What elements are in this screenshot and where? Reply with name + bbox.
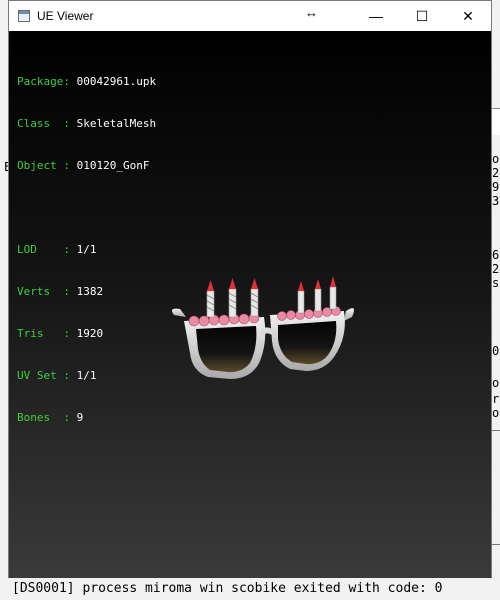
console-divider (492, 544, 500, 545)
info-tris: Tris : 1920 (17, 327, 156, 341)
info-uvset: UV Set : 1/1 (17, 369, 156, 383)
console-fragment: 2 (492, 262, 500, 276)
info-value: 00042961.upk (76, 75, 157, 88)
console-fragment: 0 (492, 344, 500, 358)
info-value: 1382 (76, 285, 104, 298)
info-key: Class : (17, 117, 77, 130)
console-fragment: 9 (492, 180, 500, 194)
info-bones: Bones : 9 (17, 411, 156, 425)
console-fragment: 3 (492, 194, 500, 208)
console-fragment: 6 (492, 248, 500, 262)
info-value: SkeletalMesh (76, 117, 157, 130)
console-tab-edge (492, 108, 500, 135)
console-bottom-line: [DS0001] process miroma win scobike exit… (0, 578, 500, 600)
info-lod: LOD : 1/1 (17, 243, 156, 257)
info-key: Object : (17, 159, 77, 172)
info-verts: Verts : 1382 (17, 285, 156, 299)
birthday-cake-glasses-model (172, 276, 354, 379)
info-key: Verts : (17, 285, 77, 298)
ue-viewer-window: UE Viewer ↔ — ☐ ✕ Package: 00042961.upk … (8, 0, 492, 578)
info-key: Tris : (17, 327, 77, 340)
info-key: Bones : (17, 411, 77, 424)
title-bar[interactable]: UE Viewer ↔ — ☐ ✕ (9, 1, 491, 31)
info-value: 9 (76, 411, 84, 424)
console-fragment: o (492, 152, 500, 166)
console-divider (492, 430, 500, 431)
console-fragment: o (492, 406, 500, 420)
info-class: Class : SkeletalMesh (17, 117, 156, 131)
info-value: 1920 (76, 327, 104, 340)
info-key: Package: (17, 75, 77, 88)
console-fragment: r (492, 392, 500, 406)
3d-viewport[interactable]: Package: 00042961.upk Class : SkeletalMe… (9, 31, 491, 578)
console-fragment: 2 (492, 166, 500, 180)
info-value: 1/1 (76, 243, 97, 256)
minimize-button[interactable]: — (353, 1, 399, 31)
info-object: Object : 010120_GonF (17, 159, 156, 173)
minimize-icon: — (369, 8, 383, 24)
window-title: UE Viewer (37, 9, 94, 23)
close-icon: ✕ (462, 7, 474, 24)
info-key: LOD : (17, 243, 77, 256)
info-value: 010120_GonF (76, 159, 150, 172)
console-fragment: s (492, 276, 500, 290)
resize-arrows-icon: ↔ (305, 5, 318, 20)
info-package: Package: 00042961.upk (17, 75, 156, 89)
maximize-button[interactable]: ☐ (399, 1, 445, 31)
close-button[interactable]: ✕ (445, 1, 491, 31)
mesh-info-overlay: Package: 00042961.upk Class : SkeletalMe… (17, 47, 156, 453)
info-key: UV Set : (17, 369, 77, 382)
info-value: 1/1 (76, 369, 97, 382)
app-icon (18, 10, 30, 22)
maximize-icon: ☐ (415, 7, 429, 24)
console-fragment: o (492, 376, 500, 390)
